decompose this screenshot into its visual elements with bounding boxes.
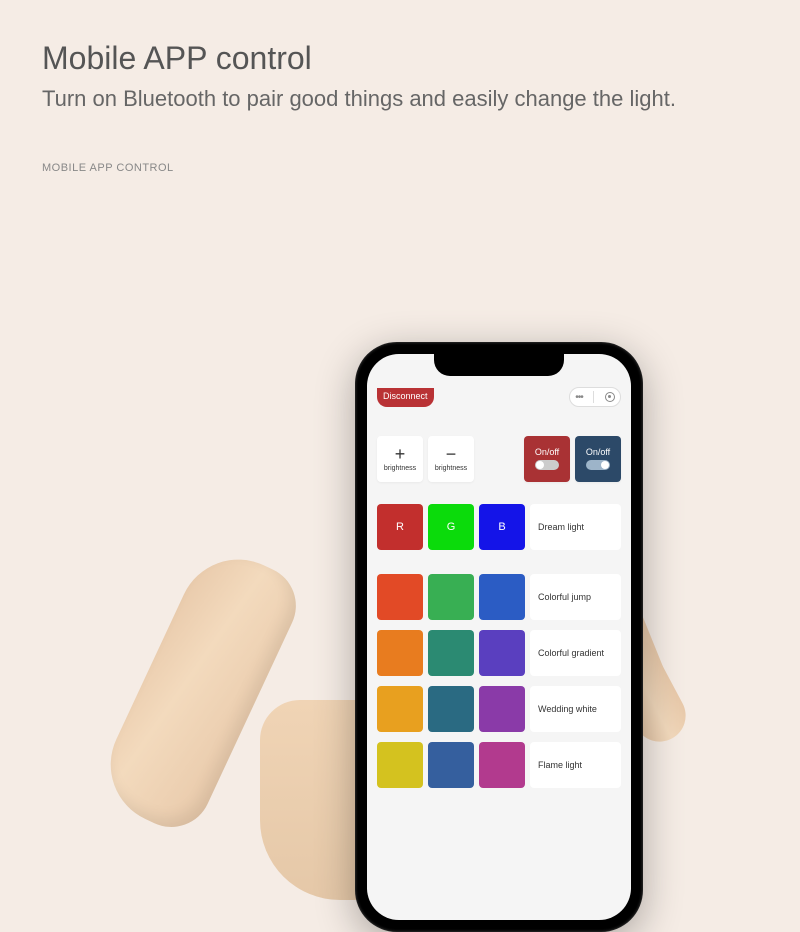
onoff-button-1[interactable]: On/off <box>524 436 570 482</box>
phone-frame: Disconnect ••• + brightness <box>355 342 643 932</box>
page-subtitle: Turn on Bluetooth to pair good things an… <box>42 86 676 112</box>
target-icon <box>605 392 615 402</box>
rgb-row: R G B Dream light <box>377 504 621 550</box>
effect-flame-light[interactable]: Flame light <box>530 742 621 788</box>
onoff-button-2[interactable]: On/off <box>575 436 621 482</box>
color-r-button[interactable]: R <box>377 504 423 550</box>
effect-row-4: Flame light <box>377 742 621 788</box>
plus-icon: + <box>395 445 406 463</box>
color-swatch[interactable] <box>479 574 525 620</box>
color-swatch[interactable] <box>479 686 525 732</box>
effect-colorful-gradient[interactable]: Colorful gradient <box>530 630 621 676</box>
color-swatch[interactable] <box>428 574 474 620</box>
color-b-button[interactable]: B <box>479 504 525 550</box>
effect-row-1: Colorful jump <box>377 574 621 620</box>
hand-illustration: Disconnect ••• + brightness <box>100 170 750 820</box>
color-swatch[interactable] <box>377 742 423 788</box>
minus-icon: − <box>446 445 457 463</box>
color-swatch[interactable] <box>428 686 474 732</box>
effect-wedding-white[interactable]: Wedding white <box>530 686 621 732</box>
miniprogram-menu-button[interactable]: ••• <box>569 387 621 407</box>
brightness-down-button[interactable]: − brightness <box>428 436 474 482</box>
controls-row: + brightness − brightness On/off On/off <box>377 436 621 482</box>
phone-notch <box>434 354 564 376</box>
color-swatch[interactable] <box>479 630 525 676</box>
brightness-up-label: brightness <box>384 465 416 473</box>
color-swatch[interactable] <box>479 742 525 788</box>
brightness-down-label: brightness <box>435 465 467 473</box>
effect-row-3: Wedding white <box>377 686 621 732</box>
page-title: Mobile APP control <box>42 40 312 77</box>
color-swatch[interactable] <box>377 630 423 676</box>
effect-row-2: Colorful gradient <box>377 630 621 676</box>
toggle-icon <box>586 460 610 470</box>
color-swatch[interactable] <box>428 742 474 788</box>
effect-colorful-jump[interactable]: Colorful jump <box>530 574 621 620</box>
color-g-button[interactable]: G <box>428 504 474 550</box>
app-content: + brightness − brightness On/off On/off <box>377 436 621 910</box>
dream-light-button[interactable]: Dream light <box>530 504 621 550</box>
color-swatch[interactable] <box>377 686 423 732</box>
brightness-up-button[interactable]: + brightness <box>377 436 423 482</box>
disconnect-button[interactable]: Disconnect <box>377 388 434 407</box>
phone-screen: Disconnect ••• + brightness <box>367 354 631 920</box>
more-icon: ••• <box>575 392 583 403</box>
color-swatch[interactable] <box>428 630 474 676</box>
app-top-bar: Disconnect ••• <box>367 382 631 412</box>
toggle-icon <box>535 460 559 470</box>
color-swatch[interactable] <box>377 574 423 620</box>
